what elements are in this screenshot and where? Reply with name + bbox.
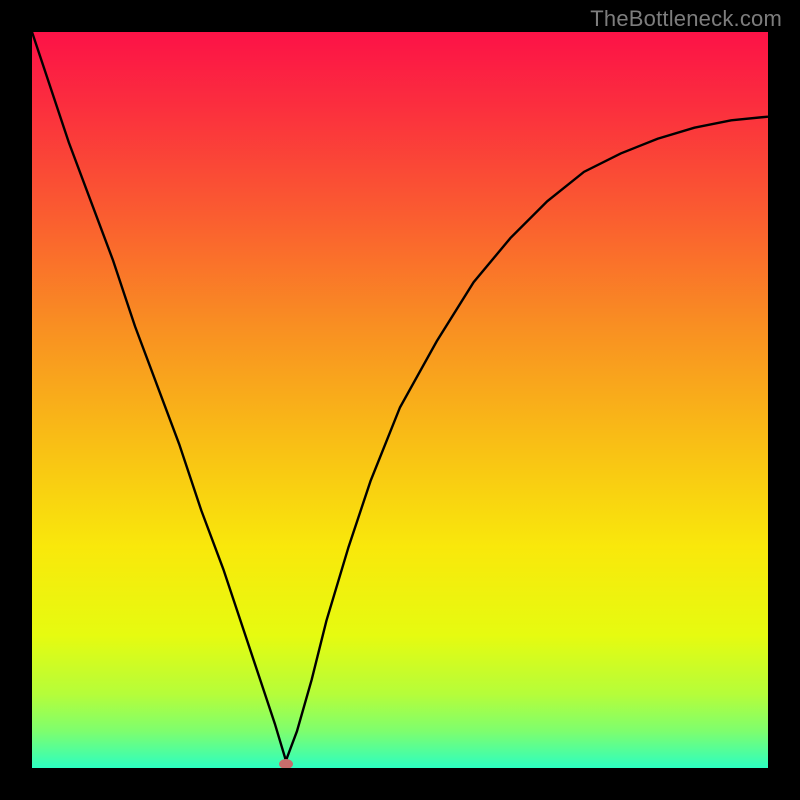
watermark-text: TheBottleneck.com <box>590 6 782 32</box>
curve-path <box>32 32 768 761</box>
plot-area <box>32 32 768 768</box>
optimal-point-marker <box>279 759 293 768</box>
chart-frame: TheBottleneck.com <box>0 0 800 800</box>
bottleneck-curve <box>32 32 768 768</box>
